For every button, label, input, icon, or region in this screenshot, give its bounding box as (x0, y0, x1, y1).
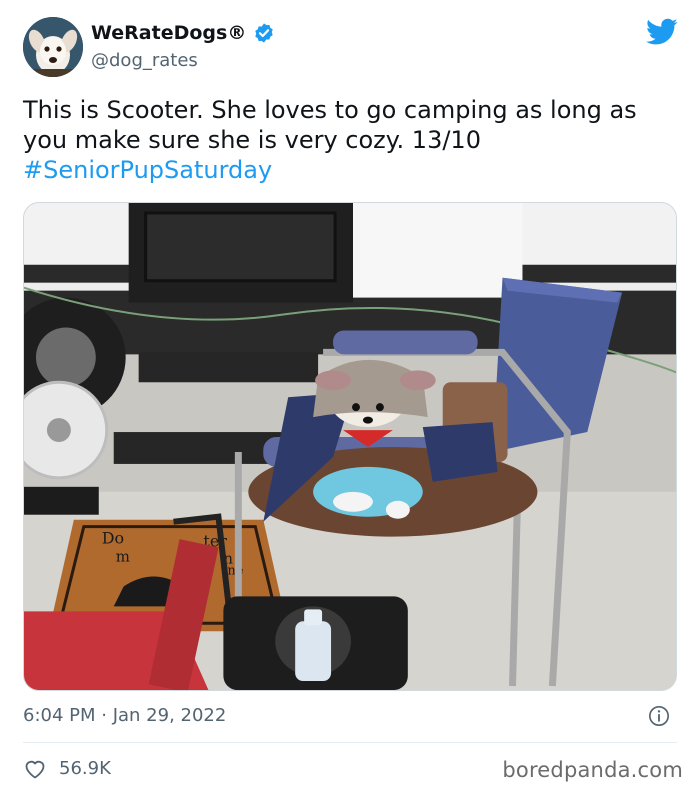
avatar[interactable] (23, 17, 83, 77)
author-handle[interactable]: @dog_rates (91, 50, 198, 71)
author-name-row[interactable]: WeRateDogs® (91, 22, 275, 44)
watermark: boredpanda.com (502, 758, 683, 782)
like-button[interactable]: 56.9K (23, 757, 111, 779)
tweet-photo[interactable]: Do ter m n ne (23, 202, 677, 691)
hashtag-link[interactable]: #SeniorPupSaturday (23, 155, 683, 185)
doormat-text-3: m (116, 548, 130, 566)
tweet-text-line-1: This is Scooter. She loves to go camping… (23, 96, 637, 124)
doormat-text-1: Do (102, 529, 124, 548)
dog-camping-photo: Do ter m n ne (24, 203, 676, 690)
tweet-text-line-2: you make sure she is very cozy. 13/10 (23, 126, 481, 154)
tweet-timestamp[interactable]: 6:04 PM · Jan 29, 2022 (23, 705, 226, 726)
verified-badge-icon (255, 23, 274, 43)
divider (23, 742, 677, 743)
dog-avatar-icon (23, 17, 83, 77)
tweet-text: This is Scooter. She loves to go camping… (23, 95, 683, 185)
heart-icon (25, 760, 45, 779)
author-display-name[interactable]: WeRateDogs® (91, 22, 246, 44)
like-count: 56.9K (59, 757, 111, 779)
twitter-bird-icon[interactable] (646, 18, 678, 46)
info-icon[interactable] (648, 705, 670, 727)
